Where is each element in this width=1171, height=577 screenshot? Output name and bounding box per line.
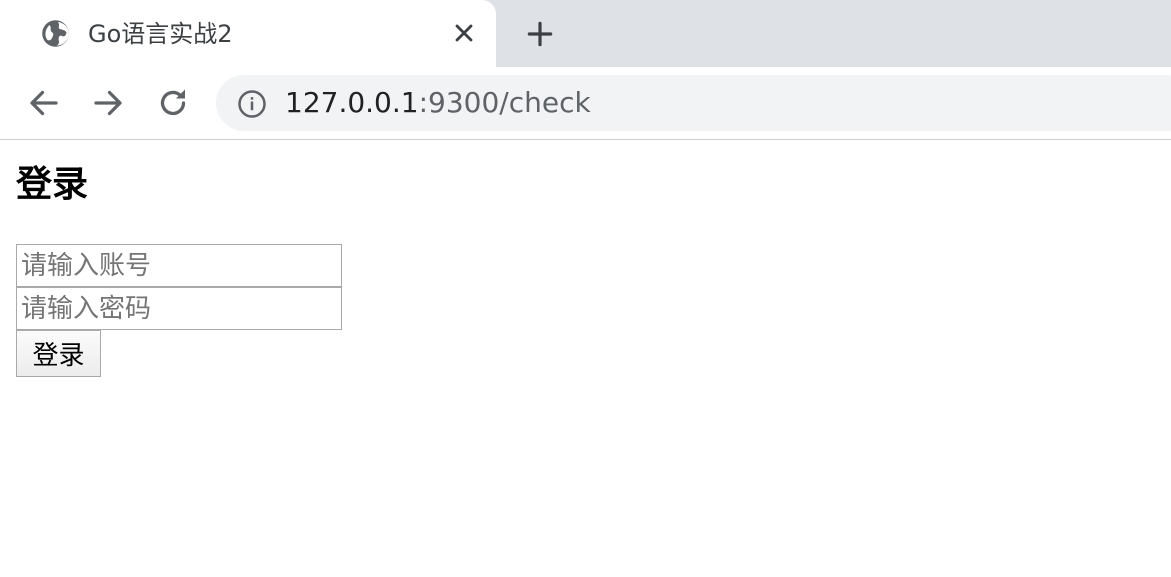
login-button[interactable]: 登录 (16, 330, 101, 377)
arrow-left-icon[interactable] (26, 85, 62, 121)
reload-icon[interactable] (155, 85, 191, 121)
page-content: 登录 登录 (0, 141, 1171, 577)
page-title: 登录 (16, 164, 89, 205)
plus-icon[interactable] (524, 18, 556, 50)
globe-icon (42, 20, 69, 47)
password-input[interactable] (16, 287, 342, 330)
info-icon[interactable] (237, 89, 267, 119)
active-tab[interactable]: Go语言实战2 (0, 0, 496, 67)
url-path: :9300/check (418, 86, 591, 119)
url-text[interactable]: 127.0.0.1:9300/check (285, 86, 591, 120)
toolbar-divider (0, 139, 1171, 140)
arrow-right-icon[interactable] (90, 85, 126, 121)
tab-title: Go语言实战2 (88, 20, 233, 48)
tab-strip: Go语言实战2 (0, 0, 1171, 67)
url-host: 127.0.0.1 (285, 86, 419, 119)
close-icon[interactable] (450, 19, 478, 47)
username-input[interactable] (16, 244, 342, 287)
